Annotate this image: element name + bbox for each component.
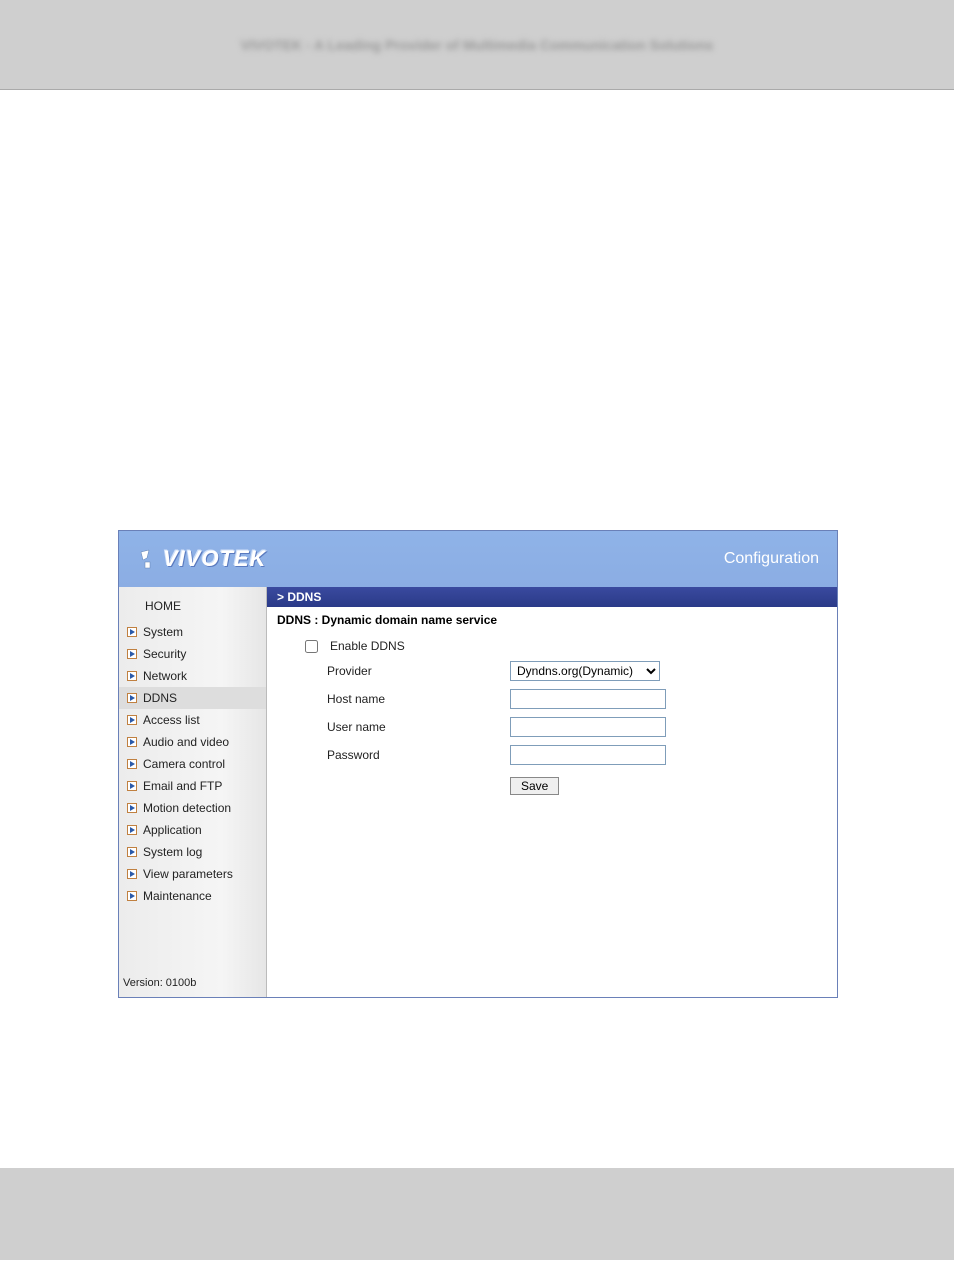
app-window: VIVOTEK Configuration HOME System Securi… bbox=[118, 530, 838, 998]
sidebar-item-motion-detection[interactable]: Motion detection bbox=[119, 797, 266, 819]
section-title: DDNS : Dynamic domain name service bbox=[267, 607, 837, 633]
username-row: User name bbox=[297, 713, 807, 741]
sidebar-item-security[interactable]: Security bbox=[119, 643, 266, 665]
enable-ddns-label: Enable DDNS bbox=[330, 639, 405, 653]
provider-label: Provider bbox=[297, 664, 502, 678]
sidebar-item-label: Maintenance bbox=[143, 889, 212, 903]
logo: VIVOTEK bbox=[137, 546, 267, 572]
sidebar-item-label: Security bbox=[143, 647, 186, 661]
sidebar-items: HOME System Security Network DDNS bbox=[119, 595, 266, 969]
sidebar-item-application[interactable]: Application bbox=[119, 819, 266, 841]
password-row: Password bbox=[297, 741, 807, 769]
arrow-right-icon bbox=[127, 891, 137, 901]
sidebar-item-home[interactable]: HOME bbox=[119, 595, 266, 617]
save-row: Save bbox=[297, 769, 807, 799]
document-page-header: VIVOTEK - A Leading Provider of Multimed… bbox=[0, 0, 954, 90]
breadcrumb: > DDNS bbox=[267, 587, 837, 607]
arrow-right-icon bbox=[127, 803, 137, 813]
sidebar-item-network[interactable]: Network bbox=[119, 665, 266, 687]
document-page-footer bbox=[0, 1168, 954, 1260]
sidebar-item-label: Email and FTP bbox=[143, 779, 222, 793]
sidebar-item-email-ftp[interactable]: Email and FTP bbox=[119, 775, 266, 797]
enable-ddns-row: Enable DDNS bbox=[297, 635, 807, 657]
password-label: Password bbox=[297, 748, 502, 762]
provider-select[interactable]: Dyndns.org(Dynamic) bbox=[510, 661, 660, 681]
sidebar-item-label: Audio and video bbox=[143, 735, 229, 749]
arrow-right-icon bbox=[127, 715, 137, 725]
sidebar-item-ddns[interactable]: DDNS bbox=[119, 687, 266, 709]
arrow-right-icon bbox=[127, 693, 137, 703]
arrow-right-icon bbox=[127, 759, 137, 769]
hostname-input[interactable] bbox=[510, 689, 666, 709]
arrow-right-icon bbox=[127, 781, 137, 791]
sidebar-item-label: Network bbox=[143, 669, 187, 683]
sidebar-item-maintenance[interactable]: Maintenance bbox=[119, 885, 266, 907]
arrow-right-icon bbox=[127, 627, 137, 637]
page-whitespace bbox=[0, 90, 954, 530]
arrow-right-icon bbox=[127, 847, 137, 857]
password-input[interactable] bbox=[510, 745, 666, 765]
sidebar-item-audio-video[interactable]: Audio and video bbox=[119, 731, 266, 753]
sidebar: HOME System Security Network DDNS bbox=[119, 587, 267, 997]
username-input[interactable] bbox=[510, 717, 666, 737]
username-label: User name bbox=[297, 720, 502, 734]
sidebar-item-label: System bbox=[143, 625, 183, 639]
sidebar-item-label: Access list bbox=[143, 713, 200, 727]
sidebar-item-system-log[interactable]: System log bbox=[119, 841, 266, 863]
arrow-right-icon bbox=[127, 737, 137, 747]
sidebar-item-label: Motion detection bbox=[143, 801, 231, 815]
camera-logo-icon bbox=[137, 548, 159, 570]
hostname-row: Host name bbox=[297, 685, 807, 713]
sidebar-item-camera-control[interactable]: Camera control bbox=[119, 753, 266, 775]
sidebar-item-system[interactable]: System bbox=[119, 621, 266, 643]
provider-row: Provider Dyndns.org(Dynamic) bbox=[297, 657, 807, 685]
version-label: Version: 0100b bbox=[119, 969, 266, 997]
sidebar-item-label: HOME bbox=[145, 599, 181, 613]
sidebar-item-label: System log bbox=[143, 845, 202, 859]
enable-ddns-checkbox[interactable] bbox=[305, 640, 318, 653]
arrow-right-icon bbox=[127, 649, 137, 659]
sidebar-item-access-list[interactable]: Access list bbox=[119, 709, 266, 731]
ddns-form: Enable DDNS Provider Dyndns.org(Dynamic)… bbox=[267, 633, 837, 801]
save-button[interactable]: Save bbox=[510, 777, 559, 795]
app-body: HOME System Security Network DDNS bbox=[119, 587, 837, 997]
arrow-right-icon bbox=[127, 825, 137, 835]
app-header: VIVOTEK Configuration bbox=[119, 531, 837, 587]
page-title: Configuration bbox=[724, 550, 819, 568]
hostname-label: Host name bbox=[297, 692, 502, 706]
sidebar-item-label: View parameters bbox=[143, 867, 233, 881]
main-content: > DDNS DDNS : Dynamic domain name servic… bbox=[267, 587, 837, 997]
page-header-blurred-text: VIVOTEK - A Leading Provider of Multimed… bbox=[241, 37, 714, 53]
arrow-right-icon bbox=[127, 671, 137, 681]
sidebar-item-label: Camera control bbox=[143, 757, 225, 771]
arrow-right-icon bbox=[127, 869, 137, 879]
sidebar-item-label: DDNS bbox=[143, 691, 177, 705]
logo-text: VIVOTEK bbox=[163, 546, 267, 572]
sidebar-item-view-parameters[interactable]: View parameters bbox=[119, 863, 266, 885]
sidebar-item-label: Application bbox=[143, 823, 202, 837]
